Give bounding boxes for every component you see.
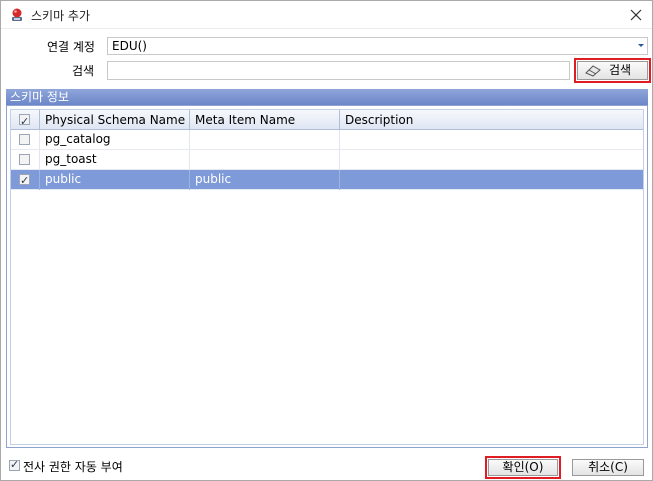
description-cell — [340, 170, 643, 190]
meta-item-cell — [190, 150, 340, 170]
auto-grant-label[interactable]: 전사 권한 자동 부여 — [23, 458, 123, 475]
grid-header: Physical Schema Name Meta Item Name Desc… — [11, 110, 643, 132]
cancel-button[interactable]: 취소(C) — [572, 459, 644, 476]
row-select-cell — [11, 170, 40, 190]
row-select-cell — [11, 150, 40, 170]
description-cell — [340, 130, 643, 150]
schema-info-header: 스키마 정보 — [6, 89, 648, 105]
schema-grid-body: Physical Schema Name Meta Item Name Desc… — [10, 109, 644, 445]
row-checkbox[interactable] — [19, 134, 30, 145]
search-input[interactable] — [107, 61, 570, 80]
column-header-description[interactable]: Description — [340, 110, 643, 130]
eraser-icon — [585, 65, 601, 77]
physical-schema-cell: public — [40, 170, 190, 190]
schema-grid: Physical Schema Name Meta Item Name Desc… — [6, 105, 648, 448]
column-header-physical[interactable]: Physical Schema Name — [40, 110, 190, 130]
description-cell — [340, 150, 643, 170]
search-label: 검색 — [72, 64, 95, 78]
add-schema-dialog: 스키마 추가 연결 계정 EDU() 검색 검색 스키마 정보 Physical… — [0, 0, 653, 481]
meta-item-cell: public — [190, 170, 340, 190]
row-checkbox[interactable] — [19, 172, 30, 190]
header-select-cell — [11, 110, 40, 132]
table-row[interactable]: pg_toast — [11, 150, 643, 170]
select-all-checkbox[interactable] — [19, 112, 30, 132]
physical-schema-cell: pg_catalog — [40, 130, 190, 150]
close-icon[interactable] — [626, 5, 646, 25]
ok-button[interactable]: 확인(O) — [488, 459, 558, 476]
auto-grant-checkbox[interactable] — [9, 458, 20, 471]
search-button-label: 검색 — [609, 63, 632, 77]
account-value: EDU() — [112, 39, 147, 53]
meta-item-cell — [190, 130, 340, 150]
row-select-cell — [11, 130, 40, 150]
search-button[interactable]: 검색 — [577, 61, 648, 80]
chevron-down-icon[interactable] — [638, 44, 644, 47]
physical-schema-cell: pg_toast — [40, 150, 190, 170]
row-checkbox[interactable] — [19, 154, 30, 165]
title-bar: 스키마 추가 — [1, 1, 652, 29]
window-title: 스키마 추가 — [31, 9, 91, 23]
account-combobox[interactable]: EDU() — [107, 37, 648, 55]
table-row[interactable]: public public — [11, 170, 643, 190]
table-row[interactable]: pg_catalog — [11, 130, 643, 150]
app-icon — [12, 8, 22, 21]
account-label: 연결 계정 — [47, 40, 95, 54]
column-header-meta[interactable]: Meta Item Name — [190, 110, 340, 130]
